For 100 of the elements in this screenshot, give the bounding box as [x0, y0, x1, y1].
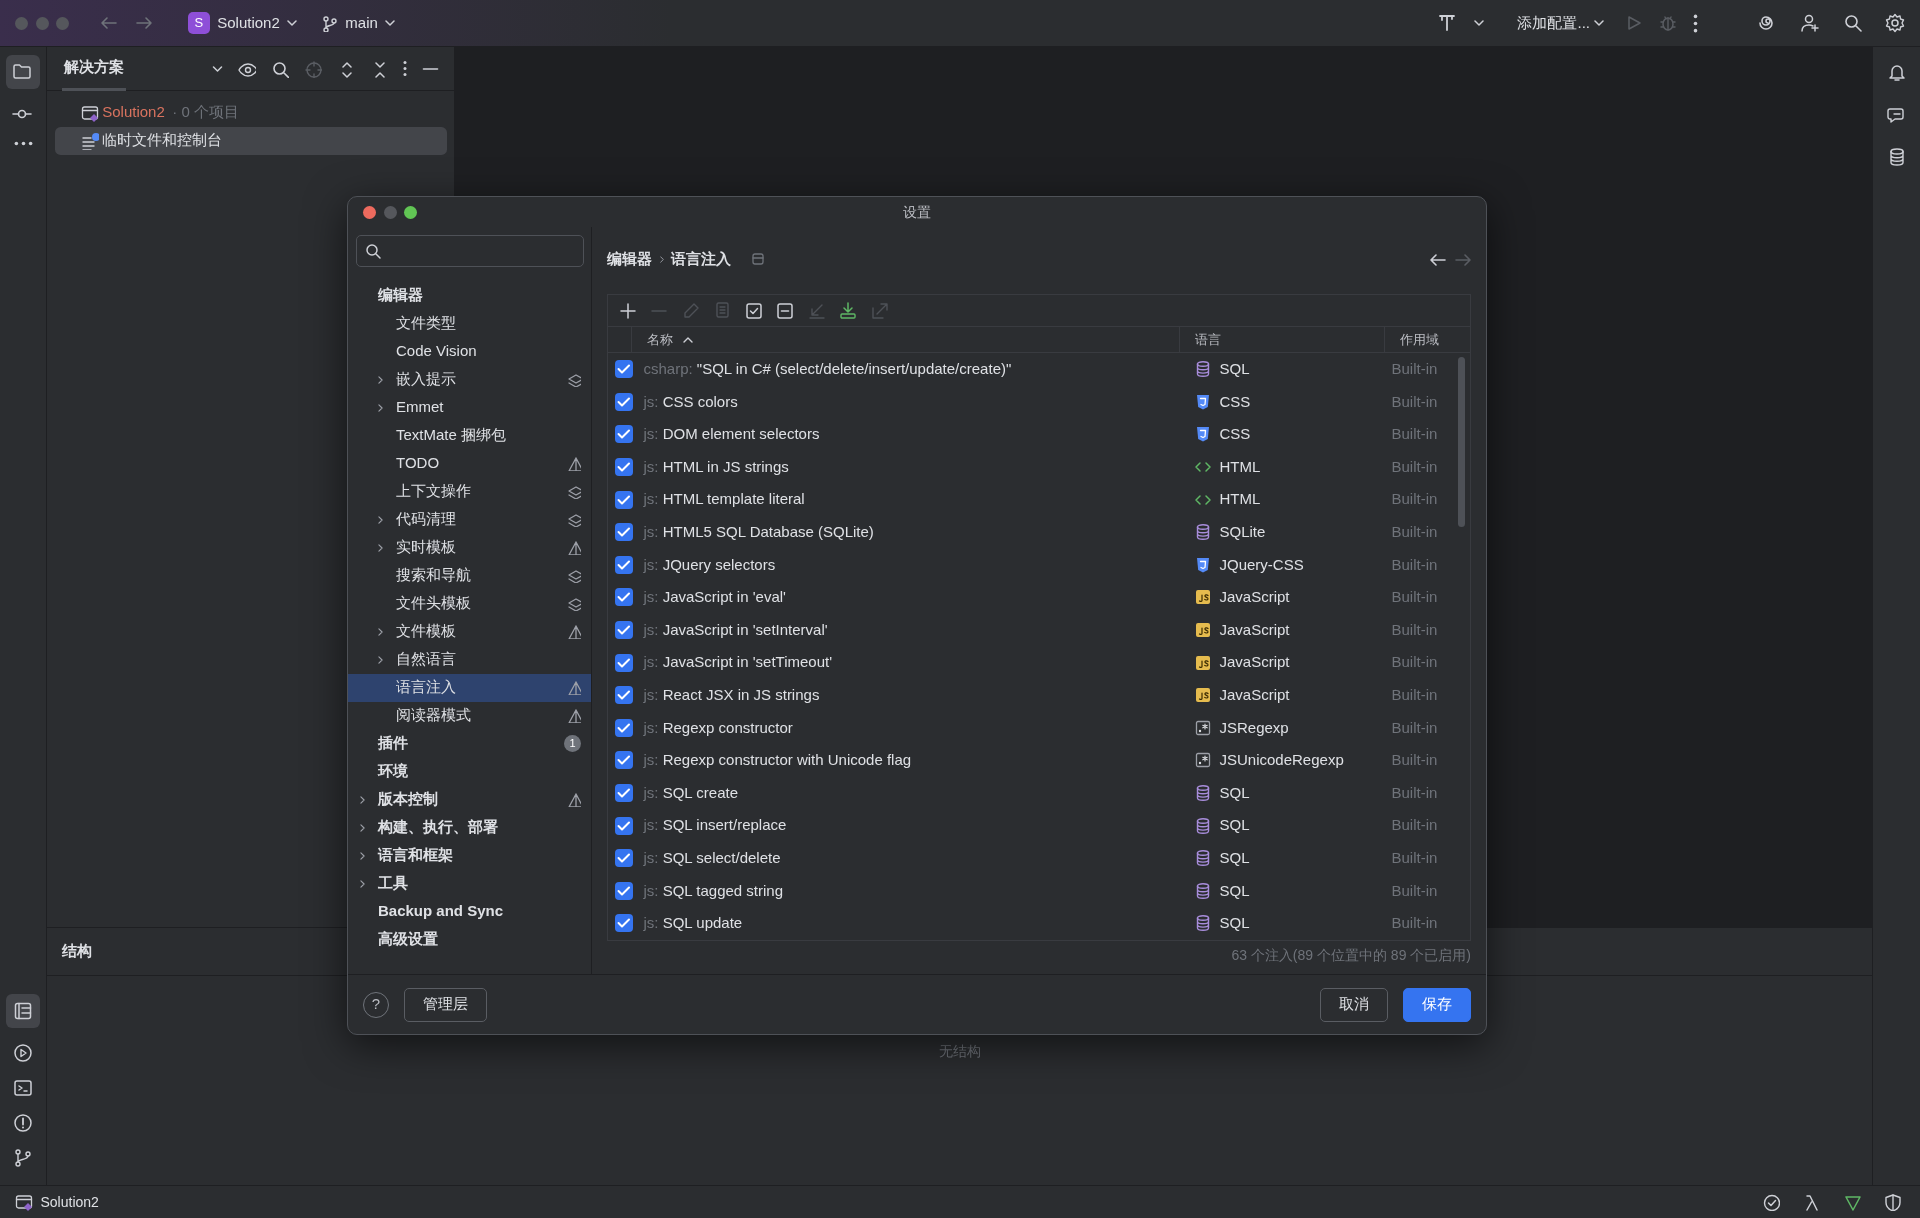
checkbox-icon[interactable]	[743, 300, 764, 321]
checkbox[interactable]	[615, 653, 633, 672]
table-cell-text: js: SQL tagged string	[642, 880, 785, 901]
checkbox[interactable]	[615, 621, 633, 640]
minimize-icon[interactable]	[422, 67, 439, 70]
checkbox[interactable]	[615, 555, 633, 574]
manage-layers-button[interactable]: 管理层	[404, 987, 487, 1022]
table-cell-text: js: SQL create	[642, 782, 739, 803]
tree-item[interactable]: 临时文件和控制台	[54, 126, 447, 155]
table-cell-text: js: SQL insert/replace	[642, 815, 788, 836]
checkbox[interactable]	[615, 360, 633, 379]
nav-item[interactable]: 插件 1	[348, 729, 591, 758]
table-cell-text: js: JavaScript in 'setInterval'	[642, 619, 829, 640]
chevron-icon	[360, 879, 365, 888]
nav-item[interactable]: 自然语言	[348, 645, 591, 674]
nav-item[interactable]: 代码清理	[348, 505, 591, 534]
shield-icon[interactable]	[1883, 1193, 1902, 1211]
nav-item[interactable]: Backup and Sync	[348, 897, 591, 926]
project-name[interactable]: Solution2	[40, 1191, 99, 1213]
run-icon[interactable]	[13, 1042, 33, 1063]
caret-icon	[1593, 20, 1604, 26]
search-field[interactable]	[355, 234, 584, 267]
checkbox[interactable]	[615, 458, 633, 477]
table-cell-text: SQL	[1219, 913, 1250, 934]
minus-box-icon[interactable]	[775, 300, 795, 321]
run-configuration-selector[interactable]: 添加配置...	[1513, 8, 1608, 38]
checkbox[interactable]	[615, 881, 633, 900]
table-cell-text: js: HTML in JS strings	[642, 456, 790, 477]
nav-item[interactable]: 嵌入提示	[348, 365, 591, 394]
check-icon[interactable]	[1761, 1193, 1780, 1211]
panel-title: 结构	[62, 941, 92, 962]
nav-item[interactable]: 编辑器	[348, 281, 591, 310]
nav-item[interactable]: 环境	[348, 757, 591, 786]
branch-selector[interactable]: main	[316, 8, 400, 38]
git-icon[interactable]	[13, 1147, 33, 1168]
search-icon[interactable]	[271, 59, 289, 78]
table-cell-text: CSS	[1219, 424, 1251, 445]
search-icon[interactable]	[1842, 13, 1863, 33]
problems-icon[interactable]	[13, 1112, 33, 1133]
checkbox[interactable]	[615, 718, 633, 737]
scrollbar[interactable]	[1458, 357, 1465, 527]
nav-item[interactable]: 搜索和导航	[348, 561, 591, 590]
more-icon[interactable]	[13, 140, 33, 146]
caret-icon[interactable]	[1473, 20, 1484, 26]
project-avatar: S	[187, 12, 210, 34]
table-cell: Built-in	[1391, 555, 1438, 573]
column-header[interactable]: 名称	[647, 329, 673, 350]
nav-item[interactable]: 高级设置	[348, 925, 591, 954]
nav-item[interactable]: 语言注入	[348, 673, 591, 702]
checkbox[interactable]	[615, 425, 633, 444]
dropdown-icon[interactable]	[212, 65, 223, 72]
nav-item[interactable]: 版本控制	[348, 785, 591, 814]
bell-icon[interactable]	[1886, 62, 1907, 82]
cancel-button[interactable]: 取消	[1320, 987, 1388, 1022]
table-cell: Built-in	[1391, 457, 1438, 475]
nav-item[interactable]: 实时模板	[348, 533, 591, 562]
breadcrumb-item[interactable]: 编辑器	[607, 247, 652, 271]
window-control-button[interactable]	[404, 205, 417, 219]
add-user-icon[interactable]	[1800, 13, 1820, 33]
nav-item[interactable]: TODO	[348, 449, 591, 478]
column-header[interactable]: 语言	[1195, 329, 1221, 350]
checkbox[interactable]	[615, 392, 633, 411]
checkbox[interactable]	[615, 816, 633, 835]
more-icon[interactable]	[1692, 13, 1698, 33]
add-icon[interactable]	[617, 300, 638, 321]
table-cell-text: js: React JSX in JS strings	[642, 685, 821, 705]
nav-item[interactable]: 文件头模板	[348, 589, 591, 618]
checkbox[interactable]	[615, 784, 633, 802]
checkbox[interactable]	[615, 523, 633, 542]
nav-item[interactable]: 上下文操作	[348, 477, 591, 506]
tree-item[interactable]: Solution2 · 0 个项目	[54, 98, 447, 127]
nav-item[interactable]: 文件类型	[348, 309, 591, 338]
checkbox[interactable]	[615, 849, 633, 868]
project-tool-button[interactable]	[6, 54, 40, 89]
window-control-button[interactable]	[363, 205, 376, 219]
project-selector[interactable]: S Solution2	[184, 8, 302, 38]
nav-item[interactable]: 工具	[348, 869, 591, 898]
nav-item[interactable]: 语言和框架	[348, 841, 591, 870]
nav-item[interactable]: Code Vision	[348, 337, 591, 366]
triangle-icon[interactable]	[1842, 1193, 1861, 1211]
checkbox[interactable]	[615, 490, 633, 509]
table-cell-text: SQL	[1219, 815, 1250, 836]
more-icon[interactable]	[403, 60, 407, 77]
nav-item[interactable]: 阅读器模式	[348, 701, 591, 730]
structure-tool-button[interactable]	[6, 993, 40, 1028]
nav-item[interactable]: TextMate 捆绑包	[348, 421, 591, 450]
save-button[interactable]: 保存	[1403, 987, 1471, 1022]
scratch-file-icon	[80, 131, 99, 150]
checkbox[interactable]	[615, 588, 633, 607]
checkbox[interactable]	[615, 914, 633, 933]
settings-icon[interactable]	[1885, 13, 1905, 33]
column-header[interactable]: 作用域	[1400, 329, 1439, 350]
checkbox[interactable]	[615, 751, 633, 770]
nav-item[interactable]: 文件模板	[348, 617, 591, 646]
nav-item[interactable]: Emmet	[348, 393, 591, 422]
terminal-icon[interactable]	[13, 1077, 33, 1098]
download-icon[interactable]	[838, 300, 858, 321]
table-cell-text: JavaScript	[1219, 619, 1290, 640]
checkbox[interactable]	[615, 686, 633, 705]
nav-item[interactable]: 构建、执行、部署	[348, 813, 591, 842]
